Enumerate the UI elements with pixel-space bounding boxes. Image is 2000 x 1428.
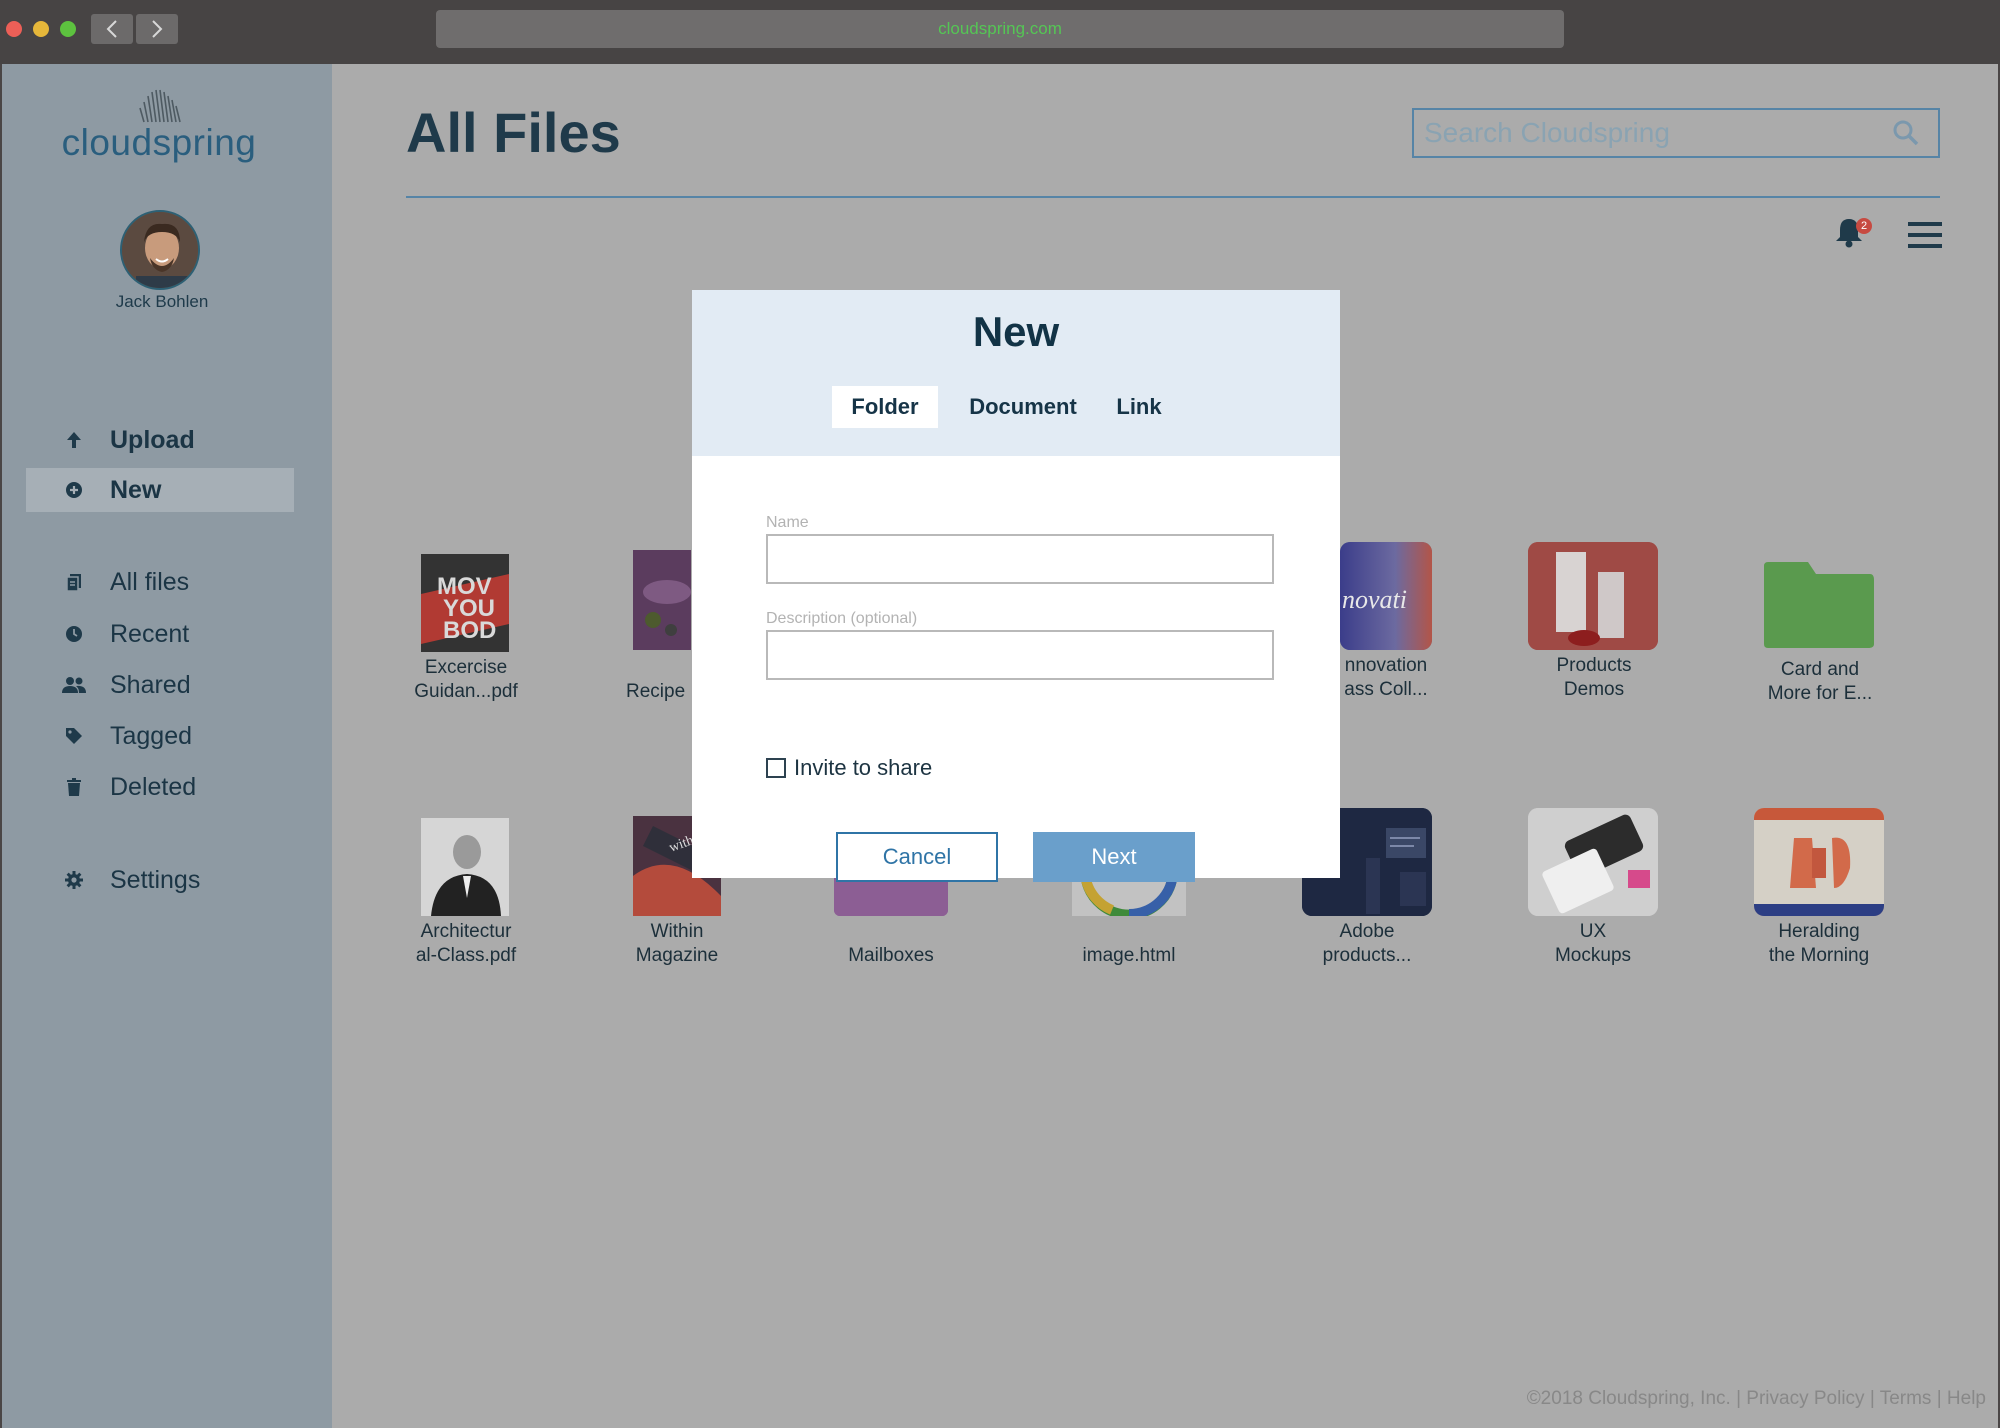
invite-to-share-label[interactable]: Invite to share (794, 755, 932, 781)
sidebar-item-all-files[interactable]: All files (26, 560, 294, 604)
users-icon (62, 676, 86, 694)
file-label[interactable]: Within Magazine (597, 920, 757, 968)
next-button[interactable]: Next (1033, 832, 1195, 882)
avatar[interactable] (120, 210, 200, 290)
browser-back-button[interactable] (91, 14, 133, 44)
user-avatar-icon (122, 212, 198, 288)
product-thumbnail-icon (1528, 542, 1658, 650)
file-thumbnail[interactable]: novati (1340, 542, 1432, 650)
description-field[interactable] (766, 630, 1274, 680)
file-label[interactable]: Products Demos (1514, 654, 1674, 702)
file-label[interactable]: Mailboxes (811, 944, 971, 968)
folder-thumbnail[interactable] (1762, 560, 1876, 650)
file-thumbnail[interactable] (1528, 808, 1658, 916)
poster-thumbnail-icon: MOVYOUBOD (421, 554, 509, 652)
sidebar-item-label: Deleted (110, 772, 197, 801)
plus-circle-icon (62, 481, 86, 499)
file-label[interactable]: UX Mockups (1513, 920, 1673, 968)
sidebar: cloudspring Jack Bohlen Upload New All f… (2, 64, 332, 1428)
file-thumbnail[interactable] (633, 550, 691, 650)
sidebar-item-shared[interactable]: Shared (26, 663, 294, 707)
file-label[interactable]: Card and More for E... (1740, 658, 1900, 706)
files-icon (62, 573, 86, 591)
clock-icon (62, 625, 86, 643)
svg-text:BOD: BOD (443, 617, 496, 644)
page-title: All Files (406, 101, 621, 164)
chevron-left-icon (106, 20, 117, 38)
app-window: cloudspring Jack Bohlen Upload New All f… (2, 64, 1998, 1428)
user-name: Jack Bohlen (115, 292, 209, 311)
header-divider (406, 196, 1940, 198)
magazine-thumbnail-icon: novati (1340, 542, 1432, 650)
folder-icon (834, 878, 948, 916)
file-label[interactable]: Adobe products... (1287, 920, 1447, 968)
tab-document[interactable]: Document (958, 386, 1088, 428)
new-item-dialog: New Folder Document Link Name Descriptio… (692, 290, 1340, 882)
tag-icon (62, 727, 86, 745)
file-label[interactable]: image.html (1049, 944, 1209, 968)
notification-badge: 2 (1856, 218, 1872, 234)
browser-forward-button[interactable] (136, 14, 178, 44)
invite-to-share-checkbox[interactable] (766, 758, 786, 778)
folder-icon (1764, 562, 1874, 648)
maximize-window-button[interactable] (60, 21, 76, 37)
sidebar-item-label: All files (110, 567, 190, 596)
upload-label: Upload (110, 425, 195, 454)
url-text: cloudspring.com (938, 19, 1062, 38)
file-thumbnail[interactable]: MOV YOU BOD (421, 554, 509, 652)
trash-icon (62, 778, 86, 796)
description-field-label: Description (optional) (766, 610, 918, 627)
sidebar-item-settings[interactable]: Settings (26, 858, 294, 902)
file-label[interactable]: Heralding the Morning (1739, 920, 1899, 968)
gear-icon (62, 871, 86, 889)
dialog-header: New Folder Document Link (692, 290, 1340, 456)
web-file-thumbnail-icon (1072, 878, 1186, 916)
search-placeholder: Search Cloudspring (1424, 117, 1670, 148)
footer-links[interactable]: ©2018 Cloudspring, Inc. | Privacy Policy… (1527, 1388, 1986, 1410)
logo-mark-icon (139, 89, 181, 123)
svg-text:novati: novati (1342, 585, 1407, 614)
sidebar-item-label: Shared (110, 670, 191, 699)
brand-logo[interactable]: cloudspring (2, 122, 316, 164)
file-label[interactable]: Architectur al-Class.pdf (386, 920, 546, 968)
new-button[interactable]: New (26, 468, 294, 512)
file-thumbnail[interactable] (1754, 808, 1884, 916)
tab-folder[interactable]: Folder (832, 386, 938, 428)
tab-link[interactable]: Link (1104, 386, 1174, 428)
mockup-thumbnail-icon (1528, 808, 1658, 916)
sidebar-item-label: Recent (110, 619, 190, 648)
sidebar-item-label: Settings (110, 865, 201, 894)
sidebar-item-recent[interactable]: Recent (26, 612, 294, 656)
sidebar-item-tagged[interactable]: Tagged (26, 714, 294, 758)
hamburger-menu-icon[interactable] (1908, 222, 1942, 248)
folder-thumbnail[interactable] (834, 878, 948, 916)
portrait-thumbnail-icon (421, 818, 509, 916)
address-bar[interactable]: cloudspring.com (436, 10, 1564, 48)
search-icon[interactable] (1892, 119, 1920, 147)
sidebar-item-deleted[interactable]: Deleted (26, 765, 294, 809)
name-field-label: Name (766, 514, 809, 531)
cancel-button[interactable]: Cancel (836, 832, 998, 882)
chevron-right-icon (152, 20, 163, 38)
arrow-up-icon (62, 431, 86, 449)
browser-toolbar: cloudspring.com (0, 0, 2000, 64)
photo-thumbnail-icon (633, 550, 691, 650)
minimize-window-button[interactable] (33, 21, 49, 37)
file-thumbnail[interactable] (421, 818, 509, 916)
dialog-title: New (972, 308, 1060, 355)
search-input[interactable]: Search Cloudspring (1412, 108, 1940, 158)
file-thumbnail[interactable] (1072, 878, 1186, 916)
new-label: New (110, 475, 162, 504)
upload-button[interactable]: Upload (26, 418, 294, 462)
illustration-thumbnail-icon (1754, 808, 1884, 916)
close-window-button[interactable] (6, 21, 22, 37)
file-label[interactable]: Excercise Guidan...pdf (386, 656, 546, 704)
sidebar-item-label: Tagged (110, 721, 193, 750)
file-thumbnail[interactable] (1528, 542, 1658, 650)
name-field[interactable] (766, 534, 1274, 584)
